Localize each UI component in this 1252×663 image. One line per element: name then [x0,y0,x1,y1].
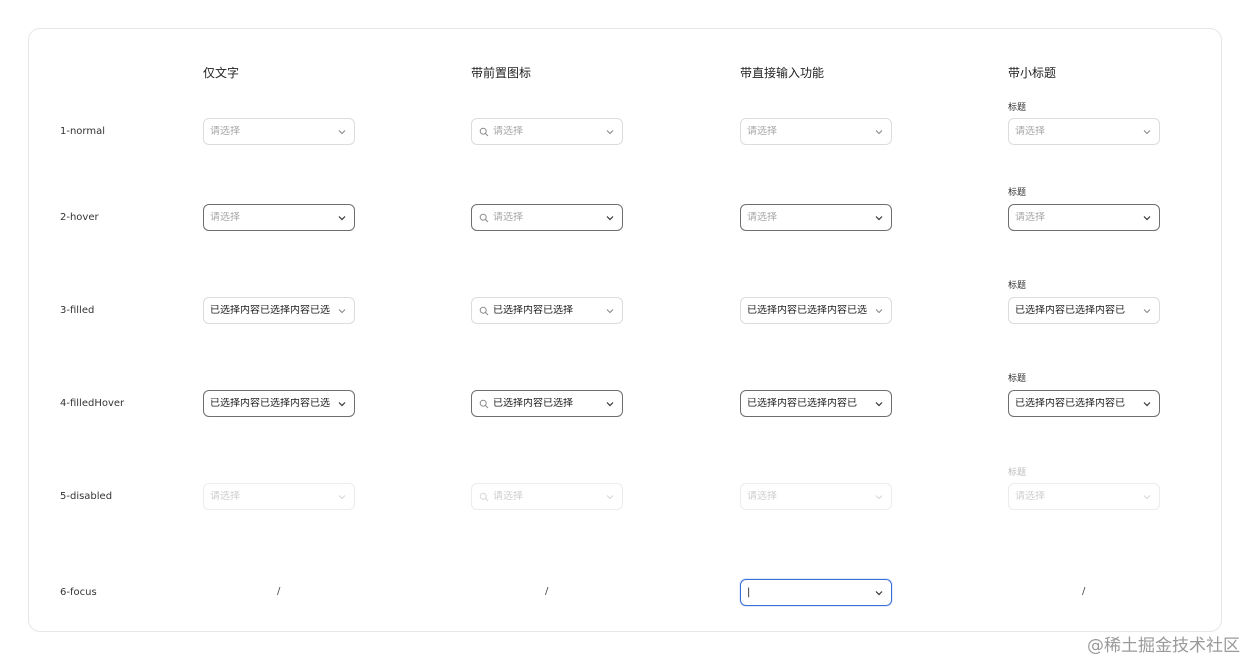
column-header-text-only: 仅文字 [203,66,240,80]
select-value: 已选择内容已选择内容已选 [747,304,867,316]
select-prefix-filled[interactable]: 已选择内容已选择 [471,297,623,324]
not-applicable-marker: / [1082,586,1086,597]
select-placeholder: 请选择 [493,125,523,137]
column-header-small-title: 带小标题 [1008,66,1057,80]
not-applicable-marker: / [277,586,281,597]
select-prefix-filled-hover[interactable]: 已选择内容已选择 [471,390,623,417]
chevron-down-icon [1141,305,1153,317]
select-input-filled-hover[interactable]: 已选择内容已选择内容已 [740,390,892,417]
search-icon [478,305,490,317]
small-title-normal: 标题 [1008,103,1027,113]
chevron-down-icon [336,126,348,138]
select-value: 已选择内容已选择 [493,304,573,316]
select-placeholder: 请选择 [493,490,523,502]
select-input-hover[interactable]: 请选择 [740,204,892,231]
select-text-filled[interactable]: 已选择内容已选择内容已选 [203,297,355,324]
small-title-filled-hover: 标题 [1008,374,1027,384]
select-placeholder: 请选择 [210,490,240,502]
select-prefix-hover[interactable]: 请选择 [471,204,623,231]
select-input-filled[interactable]: 已选择内容已选择内容已选 [740,297,892,324]
select-placeholder: 请选择 [1015,490,1045,502]
chevron-down-icon [873,212,885,224]
select-prefix-disabled: 请选择 [471,483,623,510]
select-placeholder: 请选择 [747,125,777,137]
text-cursor: | [747,586,751,598]
select-placeholder: 请选择 [747,211,777,223]
small-title-disabled: 标题 [1008,468,1027,478]
select-titled-filled[interactable]: 已选择内容已选择内容已 [1008,297,1160,324]
search-icon [478,212,490,224]
select-text-disabled: 请选择 [203,483,355,510]
select-titled-normal[interactable]: 请选择 [1008,118,1160,145]
search-icon [478,491,490,503]
chevron-down-icon [1141,212,1153,224]
chevron-down-icon [604,212,616,224]
column-header-direct-input: 带直接输入功能 [740,66,825,80]
row-label-hover: 2-hover [60,212,99,223]
select-input-disabled: 请选择 [740,483,892,510]
select-placeholder: 请选择 [1015,125,1045,137]
row-label-filled: 3-filled [60,305,95,316]
row-label-disabled: 5-disabled [60,491,113,502]
chevron-down-icon [336,491,348,503]
select-input-normal[interactable]: 请选择 [740,118,892,145]
select-placeholder: 请选择 [210,211,240,223]
select-titled-disabled: 请选择 [1008,483,1160,510]
chevron-down-icon [604,491,616,503]
select-text-hover[interactable]: 请选择 [203,204,355,231]
not-applicable-marker: / [545,586,549,597]
column-header-prefix-icon: 带前置图标 [471,66,532,80]
select-value: 已选择内容已选择内容已选 [210,397,330,409]
chevron-down-icon [336,398,348,410]
chevron-down-icon [873,126,885,138]
select-prefix-normal[interactable]: 请选择 [471,118,623,145]
chevron-down-icon [873,491,885,503]
row-label-focus: 6-focus [60,587,97,598]
select-input-focus[interactable]: | [740,579,892,606]
select-placeholder: 请选择 [493,211,523,223]
small-title-filled: 标题 [1008,281,1027,291]
chevron-down-icon [336,212,348,224]
select-titled-filled-hover[interactable]: 已选择内容已选择内容已 [1008,390,1160,417]
small-title-hover: 标题 [1008,188,1027,198]
select-value: 已选择内容已选择内容已 [747,397,857,409]
select-placeholder: 请选择 [210,125,240,137]
chevron-down-icon [873,398,885,410]
chevron-down-icon [604,126,616,138]
select-text-filled-hover[interactable]: 已选择内容已选择内容已选 [203,390,355,417]
select-text-normal[interactable]: 请选择 [203,118,355,145]
chevron-down-icon [1141,126,1153,138]
search-icon [478,126,490,138]
chevron-down-icon [1141,491,1153,503]
chevron-down-icon [873,587,885,599]
select-value: 已选择内容已选择内容已选 [210,304,330,316]
row-label-filled-hover: 4-filledHover [60,398,125,409]
select-titled-hover[interactable]: 请选择 [1008,204,1160,231]
chevron-down-icon [336,305,348,317]
chevron-down-icon [873,305,885,317]
search-icon [478,398,490,410]
chevron-down-icon [604,305,616,317]
select-placeholder: 请选择 [747,490,777,502]
chevron-down-icon [604,398,616,410]
select-value: 已选择内容已选择内容已 [1015,304,1125,316]
select-placeholder: 请选择 [1015,211,1045,223]
select-value: 已选择内容已选择 [493,397,573,409]
row-label-normal: 1-normal [60,126,106,137]
chevron-down-icon [1141,398,1153,410]
watermark: @稀土掘金技术社区 [1087,636,1240,656]
select-value: 已选择内容已选择内容已 [1015,397,1125,409]
